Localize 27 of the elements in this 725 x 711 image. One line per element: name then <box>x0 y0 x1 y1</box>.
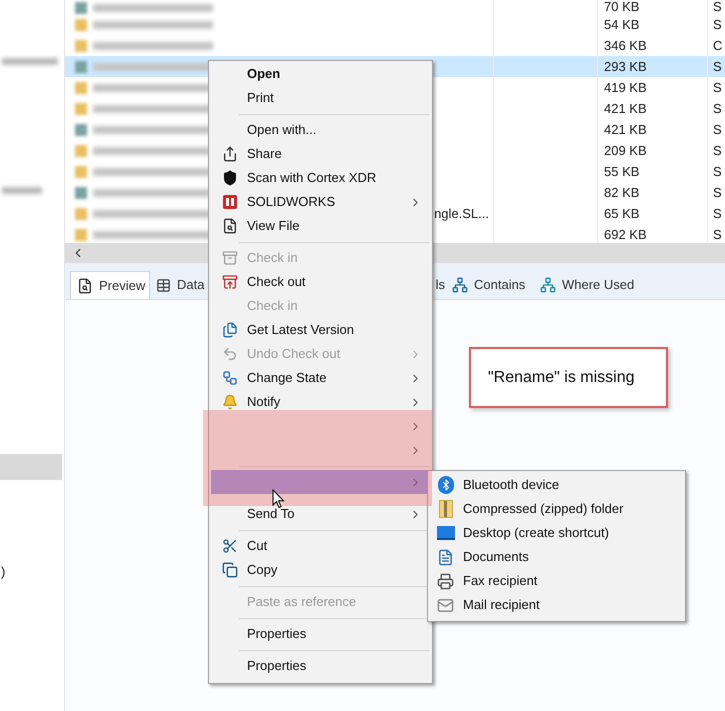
file-size: 293 KB <box>604 58 647 76</box>
file-name: ngle.SL... <box>434 204 490 223</box>
file-size: 209 KB <box>604 142 647 160</box>
file-type: S <box>713 162 722 181</box>
file-size: 419 KB <box>604 78 647 97</box>
file-type: S <box>713 78 722 97</box>
file-size: 421 KB <box>604 100 647 118</box>
callout: "Rename" is missing <box>469 347 668 408</box>
file-type: S <box>713 184 722 202</box>
file-type: S <box>713 16 722 34</box>
tree-label: ) <box>1 564 6 580</box>
file-type: S <box>713 120 722 139</box>
file-type: S <box>713 100 722 118</box>
file-type: S <box>713 58 722 76</box>
file-size: 421 KB <box>604 120 647 139</box>
file-type: S <box>713 142 722 160</box>
file-size: 55 KB <box>604 162 640 181</box>
file-type: S <box>713 204 722 223</box>
file-size: 692 KB <box>604 226 647 243</box>
file-size: 54 KB <box>604 16 640 34</box>
file-type: S <box>713 0 722 16</box>
file-size: 65 KB <box>604 204 640 223</box>
file-size: 70 KB <box>604 0 640 16</box>
file-size: 82 KB <box>604 184 640 202</box>
file-size: 346 KB <box>604 36 647 55</box>
file-type: S <box>713 226 722 243</box>
file-type: C <box>713 36 722 55</box>
